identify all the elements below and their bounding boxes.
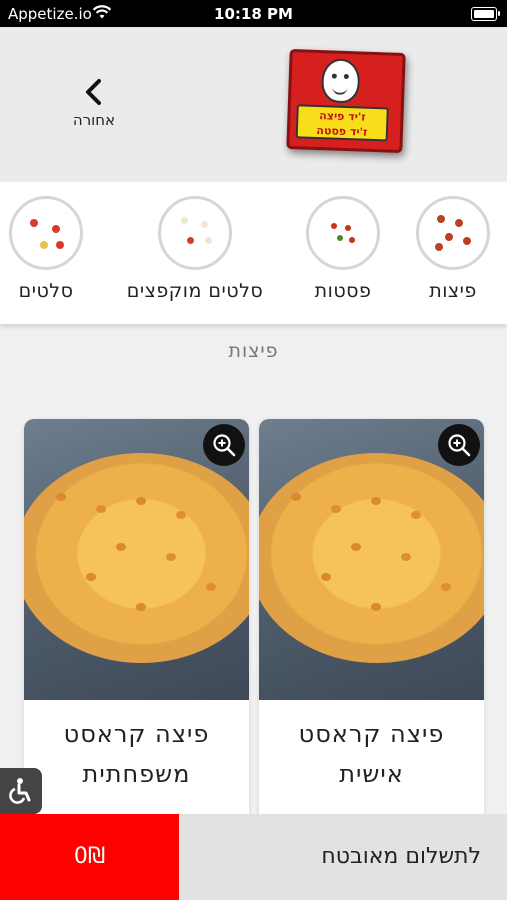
category-stir-fry-salads[interactable]: סלטים מוקפצים xyxy=(110,196,280,302)
product-photo xyxy=(259,419,484,700)
bottom-bar: 0₪ לתשלום מאובטח xyxy=(0,814,507,900)
chef-face-icon xyxy=(320,58,361,104)
restaurant-logo: ז'יד פיצה ז'יד פסטה xyxy=(286,49,406,153)
pasta-thumbnail-icon xyxy=(306,196,380,270)
pay-label: לתשלום מאובטח xyxy=(321,844,481,869)
section-title: פיצות xyxy=(228,340,279,362)
category-salads[interactable]: סלטים xyxy=(6,196,86,302)
category-label: סלטים xyxy=(18,280,74,302)
status-bar: Appetize.io 10:18 PM xyxy=(0,0,507,27)
category-label: פיצות xyxy=(429,280,477,302)
product-card[interactable]: פיצה קראסט אישית xyxy=(259,419,484,829)
back-label: אחורה xyxy=(72,111,116,129)
product-name: פיצה קראסט אישית xyxy=(298,720,445,788)
zoom-in-button[interactable] xyxy=(438,424,480,466)
category-bar: פיצות פסטות סלטים מוקפצים סלטים xyxy=(0,182,507,324)
category-pasta[interactable]: פסטות xyxy=(300,196,386,302)
battery-icon xyxy=(471,7,500,21)
cart-total: 0₪ xyxy=(73,844,106,869)
header: אחורה ז'יד פיצה ז'יד פסטה xyxy=(0,27,507,182)
stir-fry-salad-thumbnail-icon xyxy=(158,196,232,270)
logo-banner: ז'יד פיצה ז'יד פסטה xyxy=(295,104,389,142)
product-photo xyxy=(24,419,249,700)
clock: 10:18 PM xyxy=(214,5,293,23)
pizza-image xyxy=(24,453,249,663)
category-pizza[interactable]: פיצות xyxy=(410,196,496,302)
pizza-thumbnail-icon xyxy=(416,196,490,270)
wheelchair-icon xyxy=(9,778,31,804)
category-label: פסטות xyxy=(314,280,372,302)
cart-total-button[interactable]: 0₪ xyxy=(0,814,179,900)
product-name: פיצה קראסט משפחתית xyxy=(63,720,210,788)
accessibility-button[interactable] xyxy=(0,768,42,814)
zoom-in-icon xyxy=(448,434,471,457)
salad-thumbnail-icon xyxy=(9,196,83,270)
secure-payment-button[interactable]: לתשלום מאובטח xyxy=(179,814,507,900)
logo-text-line2: ז'יד פסטה xyxy=(316,123,368,139)
back-button[interactable]: אחורה xyxy=(62,77,126,129)
zoom-in-icon xyxy=(213,434,236,457)
chevron-left-icon xyxy=(86,79,101,105)
zoom-in-button[interactable] xyxy=(203,424,245,466)
pizza-image xyxy=(259,453,484,663)
category-label: סלטים מוקפצים xyxy=(126,280,264,302)
product-card[interactable]: פיצה קראסט משפחתית xyxy=(24,419,249,829)
